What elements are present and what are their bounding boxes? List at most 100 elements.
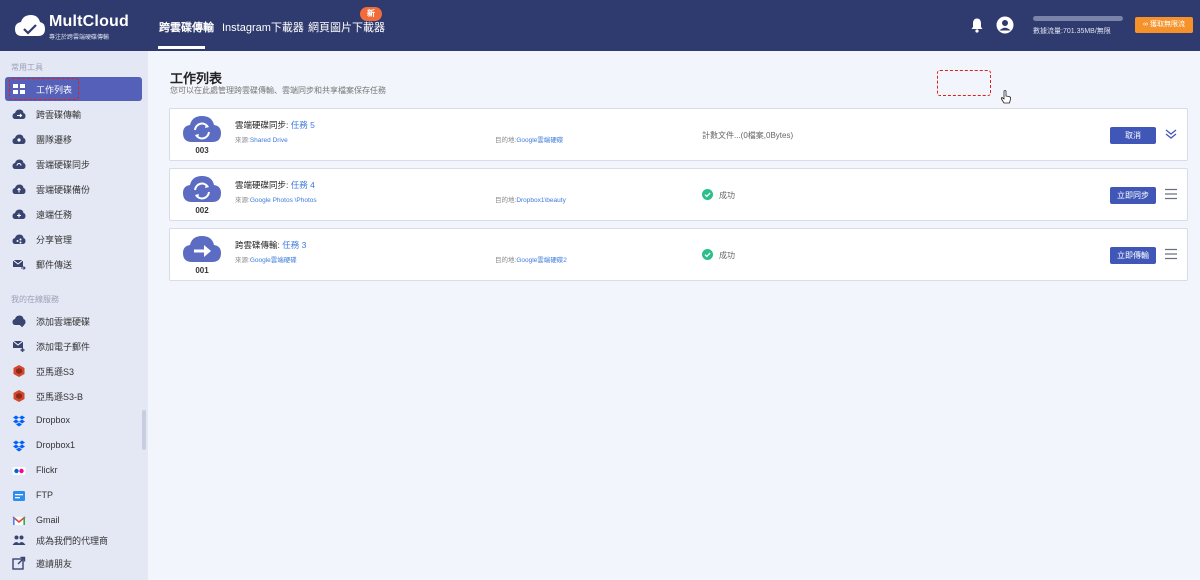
sidebar-item-label: 亞馬遜S3 [36, 367, 75, 377]
sidebar-item-add-cloud[interactable]: 添加雲端硬碟 [5, 309, 142, 333]
success-check-icon [702, 189, 713, 200]
task-number: 001 [195, 266, 209, 275]
menu-icon[interactable] [1165, 188, 1177, 200]
sidebar-item-email-transfer[interactable]: 郵件傳送 [5, 252, 142, 276]
source-label: 來源: [235, 137, 250, 144]
sidebar-item-ftp[interactable]: FTP [5, 484, 142, 508]
sidebar-item-dropbox1[interactable]: Dropbox1 [5, 434, 142, 458]
cloud-transfer-icon [183, 236, 221, 262]
task-number: 003 [195, 146, 209, 155]
tab-image-downloader[interactable]: 網頁圖片下載器 [308, 19, 385, 35]
share-manage-icon [12, 234, 26, 244]
top-bar: MultCloud 專注於跨雲端硬碟傳輸 跨雲碟傳輸 Instagram下載器 … [0, 0, 1200, 51]
amazon-s3-icon [13, 365, 25, 377]
flickr-icon [12, 467, 26, 475]
sidebar-item-amazon-s3[interactable]: 亞馬遜S3 [5, 359, 142, 383]
sidebar-item-label: Dropbox1 [36, 440, 76, 450]
sidebar-item-cloud-sync[interactable]: 雲端硬碟同步 [5, 152, 142, 176]
source-label: 來源: [235, 197, 250, 204]
transfer-now-button[interactable]: 立即傳輸 [1110, 247, 1156, 264]
sidebar-item-label: Dropbox [36, 415, 71, 425]
sidebar-section-tools: 常用工具 [11, 63, 43, 72]
destination-label: 目的地: [495, 197, 517, 204]
task-title: 雲端硬碟同步: 任務 5 [235, 119, 315, 131]
status-text: 成功 [719, 251, 735, 260]
logo[interactable]: MultCloud 專注於跨雲端硬碟傳輸 [14, 12, 144, 42]
sidebar-scrollbar[interactable] [142, 410, 146, 450]
traffic-bar [1033, 16, 1123, 21]
tab-cloud-transfer[interactable]: 跨雲碟傳輸 [159, 19, 214, 35]
sidebar-item-amazon-s3-b[interactable]: 亞馬遜S3-B [5, 384, 142, 408]
sidebar-section-services: 我的在線服務 [11, 295, 59, 304]
upgrade-label: 獲取無限流 [1149, 21, 1185, 28]
remote-task-icon [12, 209, 26, 219]
task-type: 雲端硬碟同步: [235, 120, 291, 130]
bell-icon[interactable] [969, 17, 985, 33]
hand-cursor-icon [1000, 90, 1011, 104]
user-avatar-icon[interactable] [996, 16, 1014, 34]
task-title: 跨雲碟傳輸: 任務 3 [235, 239, 306, 251]
sidebar-item-label: Gmail [36, 515, 60, 525]
sidebar-item-label: 工作列表 [36, 85, 73, 95]
task-source: 來源:Shared Drive [235, 134, 288, 144]
sidebar-item-team-migration[interactable]: 團隊遷移 [5, 127, 142, 151]
sidebar-item-invite-friends[interactable]: 邀請朋友 [5, 551, 142, 575]
cloud-backup-icon [12, 184, 26, 194]
dropbox-icon [13, 415, 25, 427]
sidebar: 常用工具 工作列表 跨雲碟傳輸 團隊遷移 雲端硬碟同步 雲端硬碟備份 遠端任務 … [0, 51, 148, 580]
sidebar-item-remote-task[interactable]: 遠端任務 [5, 202, 142, 226]
sidebar-item-label: 亞馬遜S3-B [36, 392, 84, 402]
sidebar-item-add-email[interactable]: 添加電子郵件 [5, 334, 142, 358]
destination-value: Google雲端硬碟2 [516, 257, 567, 264]
sidebar-item-label: 邀請朋友 [36, 559, 73, 569]
source-value: Google Photos \Photos [249, 197, 317, 204]
sidebar-item-label: 雲端硬碟同步 [36, 160, 91, 170]
sync-now-button[interactable]: 立即同步 [1110, 187, 1156, 204]
sidebar-item-task-list[interactable]: 工作列表 [5, 77, 142, 101]
email-transfer-icon [12, 259, 26, 270]
invite-icon [12, 556, 26, 570]
sidebar-item-flickr[interactable]: Flickr [5, 459, 142, 483]
add-cloud-icon [12, 315, 26, 327]
gmail-icon [12, 516, 26, 525]
dropbox-icon [13, 440, 25, 452]
agent-icon [12, 535, 26, 545]
logo-cloud-icon [15, 15, 45, 36]
sidebar-item-label: 團隊遷移 [36, 135, 73, 145]
add-email-icon [12, 340, 25, 352]
sidebar-item-label: Flickr [36, 465, 58, 475]
cancel-button[interactable]: 取消 [1110, 127, 1156, 144]
sidebar-item-share-manage[interactable]: 分享管理 [5, 227, 142, 251]
sidebar-item-cloud-transfer[interactable]: 跨雲碟傳輸 [5, 102, 142, 126]
destination-label: 目的地: [495, 137, 517, 144]
active-tab-indicator [158, 46, 205, 49]
source-label: 來源: [235, 257, 250, 264]
task-source: 來源:Google雲端硬碟 [235, 254, 297, 264]
task-source: 來源:Google Photos \Photos [235, 194, 317, 204]
upgrade-button[interactable]: ∞ 獲取無限流 [1135, 17, 1193, 33]
chevron-double-down-icon[interactable] [1165, 128, 1177, 140]
task-name-link[interactable]: 任務 4 [291, 180, 315, 190]
task-name-link[interactable]: 任務 5 [291, 120, 315, 130]
task-type: 跨雲碟傳輸: [235, 240, 283, 250]
menu-icon[interactable] [1165, 248, 1177, 260]
sidebar-item-label: 分享管理 [36, 235, 73, 245]
task-name-link[interactable]: 任務 3 [282, 240, 306, 250]
traffic-text: 數據流量:701.35MB/無限 [1033, 28, 1111, 35]
new-badge: 新 [360, 7, 382, 21]
destination-label: 目的地: [495, 257, 517, 264]
sidebar-item-become-agent[interactable]: 成為我們的代理商 [5, 528, 142, 552]
sidebar-item-cloud-backup[interactable]: 雲端硬碟備份 [5, 177, 142, 201]
task-destination: 目的地:Google雲端硬碟 [495, 134, 563, 144]
task-destination: 目的地:Google雲端硬碟2 [495, 254, 567, 264]
sidebar-item-label: 成為我們的代理商 [36, 536, 109, 546]
task-card: 003 雲端硬碟同步: 任務 5 來源:Shared Drive 目的地:Goo… [169, 108, 1188, 161]
tab-instagram-downloader[interactable]: Instagram下載器 [222, 19, 304, 35]
task-title: 雲端硬碟同步: 任務 4 [235, 179, 315, 191]
destination-value: Google雲端硬碟 [516, 137, 564, 144]
task-card: 002 雲端硬碟同步: 任務 4 來源:Google Photos \Photo… [169, 168, 1188, 221]
task-status: 計數文件...(0檔案,0Bytes) [702, 131, 794, 140]
amazon-s3-icon [13, 390, 25, 402]
cloud-transfer-icon [12, 109, 26, 119]
sidebar-item-dropbox[interactable]: Dropbox [5, 409, 142, 433]
